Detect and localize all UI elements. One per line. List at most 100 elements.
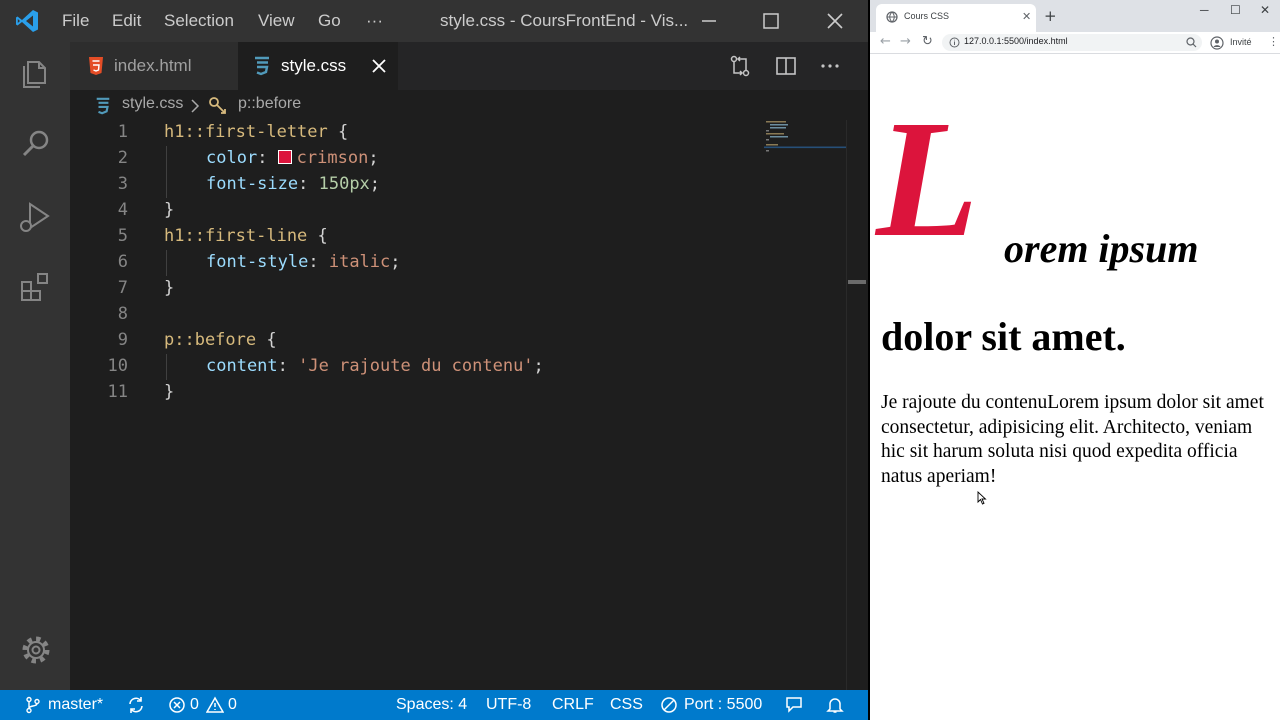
port-circle-slash-icon [661, 697, 677, 713]
git-branch-icon [26, 696, 40, 714]
h1-second-line: dolor sit amet. [881, 314, 1126, 359]
css-selector: h1::first-line [164, 226, 308, 246]
css-semicolon: ; [390, 252, 401, 272]
breadcrumb: style.css p::before [70, 90, 868, 120]
close-icon[interactable]: ✕ [1260, 3, 1270, 17]
browser-tab-strip: Cours CSS ✕ + ─ ☐ ✕ [870, 0, 1280, 32]
error-count[interactable]: 0 [190, 696, 199, 714]
code-line: 5 h1::first-line { [70, 226, 760, 252]
close-icon[interactable] [820, 8, 850, 34]
code-line: 9 p::before { [70, 330, 760, 356]
close-tab-icon[interactable]: ✕ [1022, 10, 1031, 23]
scrollbar-thumb[interactable] [848, 280, 866, 284]
css-property: font-size [206, 174, 299, 194]
css-brace: { [256, 330, 277, 350]
css-value: 150px [318, 174, 370, 194]
menu-file[interactable]: File [62, 11, 89, 31]
vscode-window: File Edit Selection View Go ··· style.cs… [0, 0, 868, 720]
search-icon[interactable] [16, 124, 56, 164]
tab-style-css[interactable]: style.css [238, 42, 398, 90]
css-colon: : [257, 148, 278, 168]
line-number: 10 [107, 356, 128, 376]
editor-tab-bar: index.html style.css [70, 42, 868, 90]
css-colon: : [298, 174, 319, 194]
browser-tab-title: Cours CSS [904, 11, 950, 21]
eol-status[interactable]: CRLF [552, 696, 594, 714]
code-editor[interactable]: 1 h1::first-letter { 2 color: crimson; 3… [70, 120, 868, 690]
manage-gear-icon[interactable] [16, 630, 56, 670]
globe-icon [886, 11, 898, 23]
split-editor-icon[interactable] [774, 54, 798, 78]
sync-icon[interactable] [126, 696, 146, 714]
scrollbar-track[interactable] [846, 120, 847, 690]
reload-icon[interactable]: ↻ [922, 34, 933, 49]
url-text: 127.0.0.1:5500/index.html [964, 36, 1068, 46]
back-icon[interactable]: ← [880, 34, 891, 49]
css3-icon [255, 56, 269, 76]
line-number: 7 [117, 278, 128, 298]
css-colon: : [277, 356, 299, 376]
line-number: 3 [117, 174, 128, 194]
maximize-icon[interactable] [756, 8, 786, 34]
css-semicolon: ; [368, 148, 379, 168]
feedback-icon[interactable] [784, 696, 804, 714]
live-server-port[interactable]: Port : 5500 [684, 696, 762, 714]
h1-first-line-rest: orem ipsum [1004, 226, 1199, 271]
title-bar: File Edit Selection View Go ··· style.cs… [0, 0, 868, 42]
rendered-page: L orem ipsum dolor sit amet. Je rajoute … [870, 55, 1280, 720]
line-number: 5 [117, 226, 128, 246]
language-mode[interactable]: CSS [610, 696, 643, 714]
menu-more[interactable]: ··· [366, 11, 383, 31]
minimize-icon[interactable] [694, 8, 724, 34]
css-selector: h1::first-letter [164, 122, 328, 142]
breadcrumb-symbol[interactable]: p::before [238, 95, 301, 113]
code-line: 6 font-style: italic; [70, 252, 760, 278]
breadcrumb-file[interactable]: style.css [122, 95, 183, 113]
browser-tab[interactable]: Cours CSS ✕ [876, 4, 1036, 32]
css3-icon [96, 97, 110, 115]
menu-selection[interactable]: Selection [164, 11, 234, 31]
forward-icon[interactable]: → [900, 34, 911, 49]
tab-index-html[interactable]: index.html [70, 42, 238, 90]
zoom-icon[interactable] [1186, 37, 1197, 48]
git-branch[interactable]: master* [48, 696, 103, 714]
css-property: font-style [206, 252, 309, 272]
color-swatch[interactable] [277, 150, 292, 164]
minimize-icon[interactable]: ─ [1200, 3, 1209, 17]
code-line: 1 h1::first-letter { [70, 122, 760, 148]
extensions-icon[interactable] [16, 268, 56, 308]
info-icon[interactable] [949, 37, 960, 48]
line-number: 11 [107, 382, 128, 402]
line-number: 2 [117, 148, 128, 168]
profile-avatar-icon[interactable] [1210, 36, 1224, 50]
h1-first-letter: L [876, 86, 979, 272]
css-property: content [206, 356, 278, 376]
close-tab-icon[interactable] [370, 57, 388, 75]
tab-label: style.css [281, 56, 347, 75]
minimap[interactable] [764, 120, 846, 160]
new-tab-icon[interactable]: + [1044, 7, 1057, 25]
explorer-icon[interactable] [16, 52, 56, 92]
browser-menu-icon[interactable]: ⋮ [1268, 35, 1279, 48]
encoding-status[interactable]: UTF-8 [486, 696, 531, 714]
open-changes-icon[interactable] [728, 54, 752, 78]
css-brace: } [164, 382, 175, 402]
css-value: crimson [296, 148, 369, 168]
menu-view[interactable]: View [258, 11, 295, 31]
code-line: 10 content: 'Je rajoute du contenu'; [70, 356, 760, 382]
address-bar[interactable]: 127.0.0.1:5500/index.html [942, 34, 1202, 51]
css-value: italic [328, 252, 391, 272]
vscode-logo-icon [16, 10, 38, 32]
profile-label[interactable]: Invité [1230, 37, 1252, 47]
indentation-status[interactable]: Spaces: 4 [396, 696, 467, 714]
warning-count[interactable]: 0 [228, 696, 237, 714]
menu-go[interactable]: Go [318, 11, 341, 31]
menu-edit[interactable]: Edit [112, 11, 141, 31]
notifications-bell-icon[interactable] [826, 696, 844, 714]
maximize-icon[interactable]: ☐ [1230, 3, 1241, 17]
css-semicolon: ; [533, 356, 544, 376]
css-brace: { [327, 122, 349, 142]
css-brace: } [164, 200, 175, 220]
more-actions-icon[interactable] [818, 54, 842, 78]
run-debug-icon[interactable] [16, 196, 56, 236]
